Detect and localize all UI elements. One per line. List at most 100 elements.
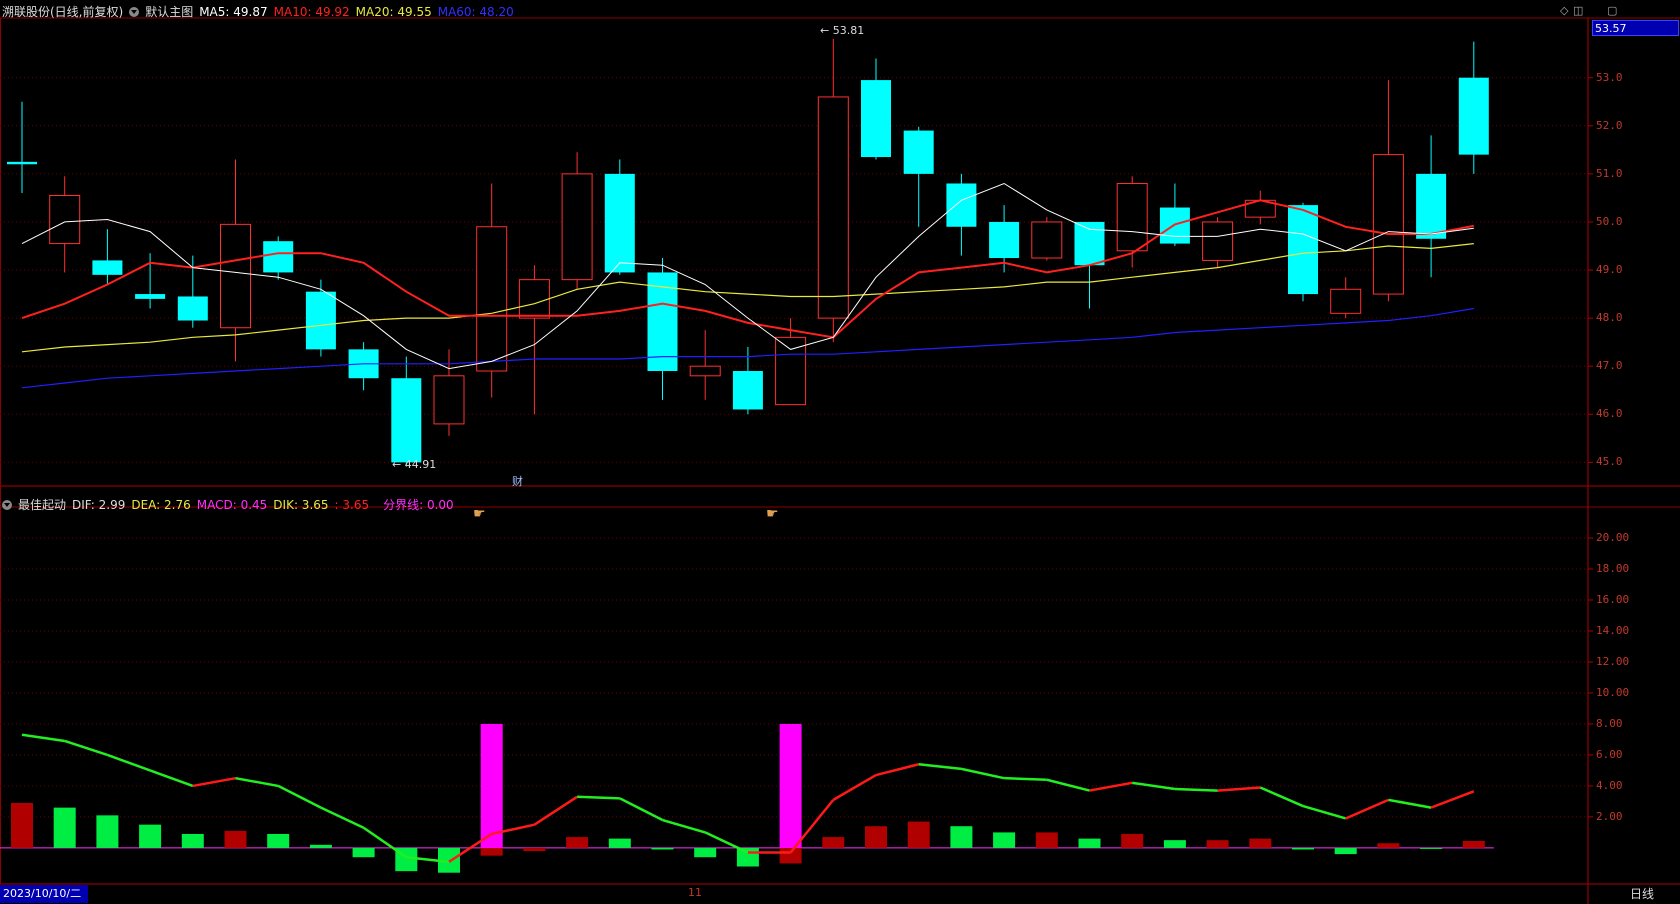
candle-body (817, 96, 849, 319)
candle-body (903, 130, 934, 174)
candle-body (49, 195, 81, 245)
period-selector[interactable]: 日线 (1630, 885, 1654, 902)
macd-bar (1462, 840, 1485, 848)
dif-legend: DIF: 2.99 (72, 497, 126, 512)
macd-bar (907, 821, 930, 848)
macd-bar (1420, 847, 1443, 849)
dik-segment (619, 797, 664, 822)
dik-segment (21, 733, 65, 743)
indicator-axis-label: 18.00 (1596, 561, 1630, 575)
dik-segment (1217, 786, 1261, 792)
macd-bar (139, 824, 162, 848)
price-axis-label: 52.0 (1596, 118, 1623, 132)
financial-event-marker[interactable]: 财 (512, 473, 523, 489)
dik-segment (1388, 798, 1432, 809)
candle-body (732, 371, 763, 410)
ma60-legend: MA60: 48.20 (437, 4, 514, 19)
macd-bar (822, 837, 845, 848)
indicator-name[interactable]: 最佳起动 (18, 496, 66, 513)
signal-bar (779, 723, 802, 848)
dik-segment (961, 767, 1005, 780)
dik-segment (577, 795, 620, 800)
candle-body (1330, 288, 1362, 314)
price-axis-label: 53.0 (1596, 70, 1623, 84)
candle-body (989, 221, 1020, 259)
candle-body (7, 161, 37, 165)
dik-segment (192, 776, 236, 788)
ma20-legend: MA20: 49.55 (355, 4, 432, 19)
dik-segment (662, 818, 706, 834)
last-price-label: 53.57 (1592, 20, 1679, 36)
indicator-axis-label: 20.00 (1596, 530, 1630, 544)
dik-segment (1089, 781, 1133, 792)
window-restore-icon[interactable]: ◫ (1573, 4, 1583, 17)
candle-body (135, 294, 166, 299)
high-price-annotation: ← 53.81 (820, 24, 865, 37)
macd-bar (1334, 847, 1357, 855)
price-axis-label: 50.0 (1596, 214, 1623, 228)
candle-body (263, 241, 294, 273)
dik-segment (235, 776, 279, 788)
dik-segment (320, 806, 365, 829)
dik-segment (277, 784, 322, 809)
price-axis-label: 49.0 (1596, 263, 1623, 277)
indicator-axis-label: 8.00 (1596, 716, 1623, 730)
macd-bar (993, 832, 1016, 848)
dea-legend: DEA: 2.76 (131, 497, 191, 512)
dik-segment (64, 739, 108, 757)
macd-bar (181, 833, 204, 848)
candle-body (391, 378, 422, 463)
candle-body (861, 80, 891, 158)
macd-bar (1121, 833, 1144, 848)
dik-segment (875, 763, 920, 777)
diamond-icon[interactable]: ◇ (1560, 4, 1568, 17)
macd-bar (523, 847, 546, 852)
pointer-hand-icon: ☛ (766, 506, 779, 522)
macd-bar (1377, 843, 1400, 848)
ma5-legend: MA5: 49.87 (199, 4, 268, 19)
candle-body (1116, 182, 1148, 252)
indicator-collapse-icon[interactable] (2, 499, 12, 510)
macd-bar (309, 844, 332, 848)
macd-bar (736, 847, 759, 867)
dik-segment (149, 769, 194, 788)
candle-body (561, 173, 593, 281)
macd-bar (651, 847, 674, 850)
chart-canvas[interactable] (0, 0, 1680, 904)
candle-body (775, 336, 807, 406)
ma10-legend: MA10: 49.92 (273, 4, 350, 19)
collapse-icon[interactable] (129, 6, 140, 17)
price-axis-label: 48.0 (1596, 311, 1623, 325)
candle-body (946, 183, 977, 227)
indicator-header: 最佳起动 DIF: 2.99 DEA: 2.76 MACD: 0.45 DIK:… (2, 496, 454, 513)
indicator-axis-label: 2.00 (1596, 809, 1623, 823)
candle-body (1074, 221, 1105, 266)
candle-body (1372, 154, 1404, 295)
candle-body (177, 296, 208, 321)
macd-bar (1078, 838, 1101, 848)
candle-body (1458, 77, 1489, 155)
candle-body (518, 279, 550, 319)
dik-segment (1430, 790, 1475, 809)
main-chart-label[interactable]: 默认主图 (145, 3, 193, 20)
dik-segment (832, 773, 877, 801)
macd-bar (950, 826, 973, 848)
maximize-icon[interactable]: ▢ (1607, 4, 1617, 17)
indicator-axis-label: 14.00 (1596, 623, 1630, 637)
dik2-legend: : 3.65 (334, 497, 370, 512)
price-axis-label: 51.0 (1596, 166, 1623, 180)
dik-segment (533, 795, 578, 826)
divider-legend: 分界线: 0.00 (383, 498, 454, 512)
pointer-hand-icon: ☛ (473, 506, 486, 522)
macd-bar (53, 807, 76, 848)
macd-bar (96, 815, 119, 848)
indicator-axis-label: 10.00 (1596, 685, 1630, 699)
candle-body (220, 223, 251, 329)
macd-bar (11, 802, 33, 848)
dik-legend: DIK: 3.65 (273, 497, 329, 512)
month-tick-label: 11 (688, 886, 702, 899)
stock-title[interactable]: 溯联股份(日线,前复权) (2, 3, 123, 20)
macd-legend: MACD: 0.45 (196, 497, 268, 512)
candle-body (433, 375, 465, 425)
macd-bar (480, 847, 503, 856)
